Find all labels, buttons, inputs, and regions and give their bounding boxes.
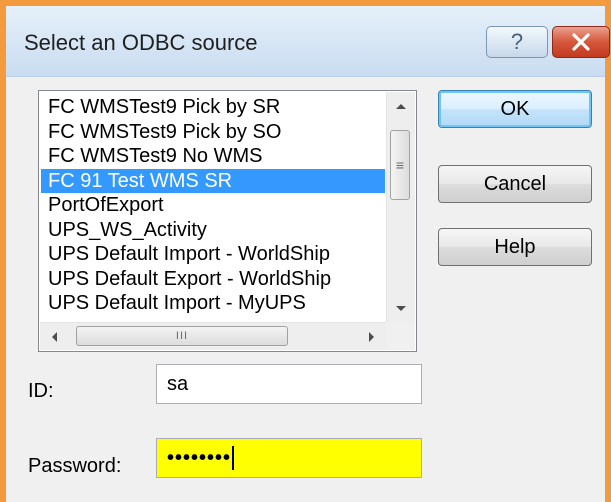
- horizontal-scroll-thumb[interactable]: III: [76, 326, 288, 346]
- help-button[interactable]: Help: [438, 228, 592, 266]
- password-label: Password:: [28, 455, 122, 477]
- text-caret: [232, 446, 235, 470]
- scroll-right-arrow-icon[interactable]: [358, 323, 386, 350]
- question-mark-icon: ?: [510, 29, 524, 54]
- datasource-list-item[interactable]: PortOfExport: [41, 193, 385, 218]
- horizontal-scrollbar[interactable]: III: [40, 322, 386, 350]
- vertical-scroll-thumb[interactable]: ≡: [390, 130, 410, 200]
- vertical-scrollbar[interactable]: ≡: [386, 92, 415, 323]
- datasource-list-item[interactable]: UPS Default Export - WorldShip: [41, 267, 385, 292]
- scroll-corner: [386, 322, 415, 350]
- odbc-dialog: Select an ODBC source ? FC WMSTest9 Pick…: [0, 0, 611, 502]
- scroll-up-arrow-icon[interactable]: [387, 92, 415, 120]
- title-bar[interactable]: Select an ODBC source ?: [6, 6, 610, 77]
- datasource-listbox[interactable]: FC WMSTest9 Pick by SR FC WMSTest9 Pick b…: [38, 90, 417, 352]
- scroll-left-arrow-icon[interactable]: [40, 323, 68, 350]
- datasource-list-item[interactable]: FC WMSTest9 Pick by SR: [41, 95, 385, 120]
- cancel-button[interactable]: Cancel: [438, 165, 592, 203]
- datasource-list-item[interactable]: FC WMSTest9 Pick by SO: [41, 120, 385, 145]
- id-value: sa: [167, 372, 189, 395]
- password-field[interactable]: ••••••••: [156, 438, 422, 478]
- datasource-list-item[interactable]: UPS_WS_Activity: [41, 218, 385, 243]
- thumb-grip-icon: III: [175, 330, 189, 342]
- datasource-list-item[interactable]: FC WMSTest9 No WMS: [41, 144, 385, 169]
- ok-button[interactable]: OK: [438, 90, 592, 128]
- close-button[interactable]: [552, 26, 610, 58]
- datasource-list-item[interactable]: FC 91 Test WMS SR: [41, 168, 385, 193]
- scroll-down-arrow-icon[interactable]: [387, 295, 415, 323]
- id-label: ID:: [28, 380, 54, 402]
- title-help-button[interactable]: ?: [486, 26, 548, 58]
- thumb-grip-icon: ≡: [395, 157, 405, 173]
- id-field[interactable]: sa: [156, 364, 422, 404]
- window-title: Select an ODBC source: [24, 30, 258, 55]
- datasource-list-item[interactable]: UPS Default Import - WorldShip: [41, 242, 385, 267]
- close-icon: [572, 33, 590, 51]
- password-value: ••••••••: [167, 446, 232, 469]
- datasource-list-item[interactable]: UPS Default Import - MyUPS: [41, 291, 385, 316]
- datasource-list: FC WMSTest9 Pick by SR FC WMSTest9 Pick b…: [41, 95, 385, 323]
